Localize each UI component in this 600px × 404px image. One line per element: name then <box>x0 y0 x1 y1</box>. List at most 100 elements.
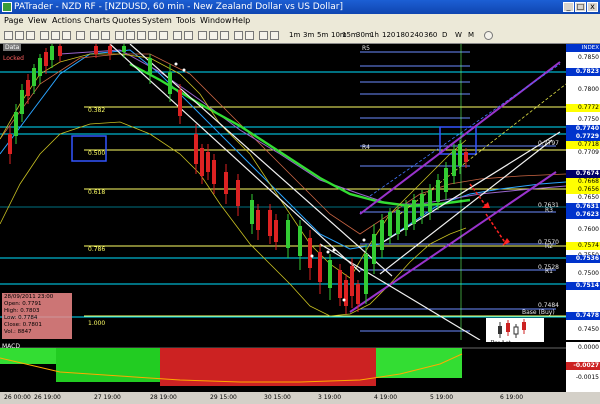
fib-label-0618: 0.618 <box>88 189 106 196</box>
toolbar-bar-icon[interactable] <box>209 31 218 40</box>
ohlc-high: High: 0.7803 <box>4 308 40 314</box>
time-label-1: 26 00:00 <box>4 394 31 401</box>
ohlc-low: Low: 0.7784 <box>4 315 38 321</box>
time-label-7: 3 19:00 <box>318 394 342 401</box>
menu-view[interactable]: View <box>28 14 47 28</box>
menu-charts[interactable]: Charts <box>84 14 110 28</box>
toolbar-copy-icon[interactable] <box>51 31 60 40</box>
index-label: INDEX <box>566 44 600 52</box>
time-axis[interactable]: 26 00:00 26 19:00 27 19:00 28 19:00 29 1… <box>0 392 600 404</box>
minimize-button[interactable]: _ <box>563 2 574 12</box>
price-label-12: 0.7656 <box>566 186 600 194</box>
toolbar-open-icon[interactable] <box>15 31 24 40</box>
toolbar-cursor-icon[interactable] <box>173 31 182 40</box>
macd-axis-3: -0.0015 <box>575 374 599 381</box>
macd-panel[interactable] <box>0 342 566 392</box>
tf-3m[interactable]: 3m <box>303 28 314 43</box>
tf-1m[interactable]: 1m <box>289 28 300 43</box>
menu-quotes[interactable]: Quotes <box>112 14 141 28</box>
toolbar-trend-icon[interactable] <box>126 31 135 40</box>
toolbar-indicator-icon[interactable] <box>234 31 243 40</box>
price-label-20: 0.7500 <box>578 270 599 277</box>
toolbar-text-icon[interactable] <box>159 31 168 40</box>
level-tag-base-buy: Base (Buy) <box>522 309 555 316</box>
toolbar: 1m 3m 5m 10m 15m 30m 1h 120 180 240 360 … <box>0 28 600 44</box>
fib-label-0786: 0.786 <box>88 246 106 253</box>
clock-icon[interactable] <box>484 31 493 40</box>
time-label-4: 28 19:00 <box>150 394 177 401</box>
tf-180[interactable]: 180 <box>396 28 409 43</box>
price-label-14: 0.7631 <box>566 203 600 211</box>
tf-m[interactable]: M <box>468 28 474 43</box>
fib-label-0500: 0.500 <box>88 150 106 157</box>
macd-axis-2: -0.0027 <box>566 362 600 370</box>
toolbar-template-icon[interactable] <box>245 31 254 40</box>
price-label-16: 0.7600 <box>578 226 599 233</box>
menu-help[interactable]: Help <box>232 14 250 28</box>
toolbar-zoom-in-icon[interactable] <box>90 31 99 40</box>
toolbar-paste-icon[interactable] <box>62 31 71 40</box>
tf-240[interactable]: 240 <box>410 28 423 43</box>
toolbar-channel-icon[interactable] <box>148 31 157 40</box>
time-label-6: 30 15:00 <box>264 394 291 401</box>
toolbar-line-chart-icon[interactable] <box>220 31 229 40</box>
ohlc-close: Close: 0.7801 <box>4 322 42 328</box>
price-label-15: 0.7623 <box>566 211 600 219</box>
price-label-19: 0.7536 <box>566 255 600 263</box>
toolbar-fib-icon[interactable] <box>137 31 146 40</box>
price-label-23: 0.7450 <box>578 326 599 333</box>
price-label-2: 0.7823 <box>566 68 600 76</box>
tf-120[interactable]: 120 <box>382 28 395 43</box>
toolbar-candle-icon[interactable] <box>198 31 207 40</box>
time-label-8: 4 19:00 <box>374 394 398 401</box>
toolbar-crosshair-icon[interactable] <box>184 31 193 40</box>
tf-5m[interactable]: 5m <box>317 28 328 43</box>
level-value-4: 0.7528 <box>538 264 559 271</box>
close-button[interactable]: x <box>587 2 598 12</box>
tf-w[interactable]: W <box>455 28 462 43</box>
macd-axis-1: 0.0000 <box>578 344 599 351</box>
macd-hist-4 <box>376 348 462 378</box>
app-icon <box>2 2 12 12</box>
toolbar-refresh-icon[interactable] <box>259 31 268 40</box>
maximize-button[interactable]: □ <box>575 2 586 12</box>
ohlc-volume: Vol.: 8847 <box>4 329 32 335</box>
price-chart[interactable] <box>0 44 566 340</box>
price-label-7: 0.7729 <box>566 133 600 141</box>
toolbar-settings-icon[interactable] <box>270 31 279 40</box>
toolbar-new-icon[interactable] <box>4 31 13 40</box>
menu-page[interactable]: Page <box>4 14 23 28</box>
price-label-5: 0.7750 <box>578 116 599 123</box>
time-label-3: 27 19:00 <box>94 394 121 401</box>
fib-label-0382: 0.382 <box>88 107 106 114</box>
menu-bar: Page View Actions Charts Quotes System T… <box>0 14 600 28</box>
fib-label-1000: 1.000 <box>88 320 106 327</box>
price-label-10: 0.7674 <box>566 170 600 178</box>
price-axis[interactable]: INDEX 0.7850 0.7823 0.7800 0.7772 0.7750… <box>566 44 600 340</box>
menu-system[interactable]: System <box>142 14 172 28</box>
price-label-9: 0.7709 <box>578 149 599 156</box>
time-label-9: 5 19:00 <box>430 394 454 401</box>
title-bar[interactable]: PATrader - NZD RF - [NZDUSD, 60 min - Ne… <box>0 0 600 14</box>
price-label-22: 0.7478 <box>566 312 600 320</box>
macd-hist-1 <box>0 348 56 364</box>
tf-1h[interactable]: 1h <box>370 28 379 43</box>
tf-360[interactable]: 360 <box>424 28 437 43</box>
menu-tools[interactable]: Tools <box>176 14 196 28</box>
toolbar-line-icon[interactable] <box>115 31 124 40</box>
locked-label: Locked <box>3 55 24 62</box>
toolbar-zoom-out-icon[interactable] <box>101 31 110 40</box>
toolbar-save-icon[interactable] <box>26 31 35 40</box>
ohlc-info-box: 28/09/2011 23:00 Open: 0.7791 High: 0.78… <box>2 293 72 339</box>
price-label-6: 0.7740 <box>566 125 600 133</box>
menu-window[interactable]: Window <box>200 14 232 28</box>
menu-actions[interactable]: Actions <box>52 14 81 28</box>
logo-candles-icon <box>498 319 526 338</box>
price-label-1: 0.7850 <box>578 54 599 61</box>
toolbar-print-icon[interactable] <box>76 31 85 40</box>
tf-d[interactable]: D <box>442 28 447 43</box>
level-tag-r4: R4 <box>362 144 370 151</box>
macd-axis: 0.0000 -0.0027 -0.0015 <box>566 342 600 392</box>
price-label-17: 0.7574 <box>566 242 600 250</box>
toolbar-cut-icon[interactable] <box>40 31 49 40</box>
